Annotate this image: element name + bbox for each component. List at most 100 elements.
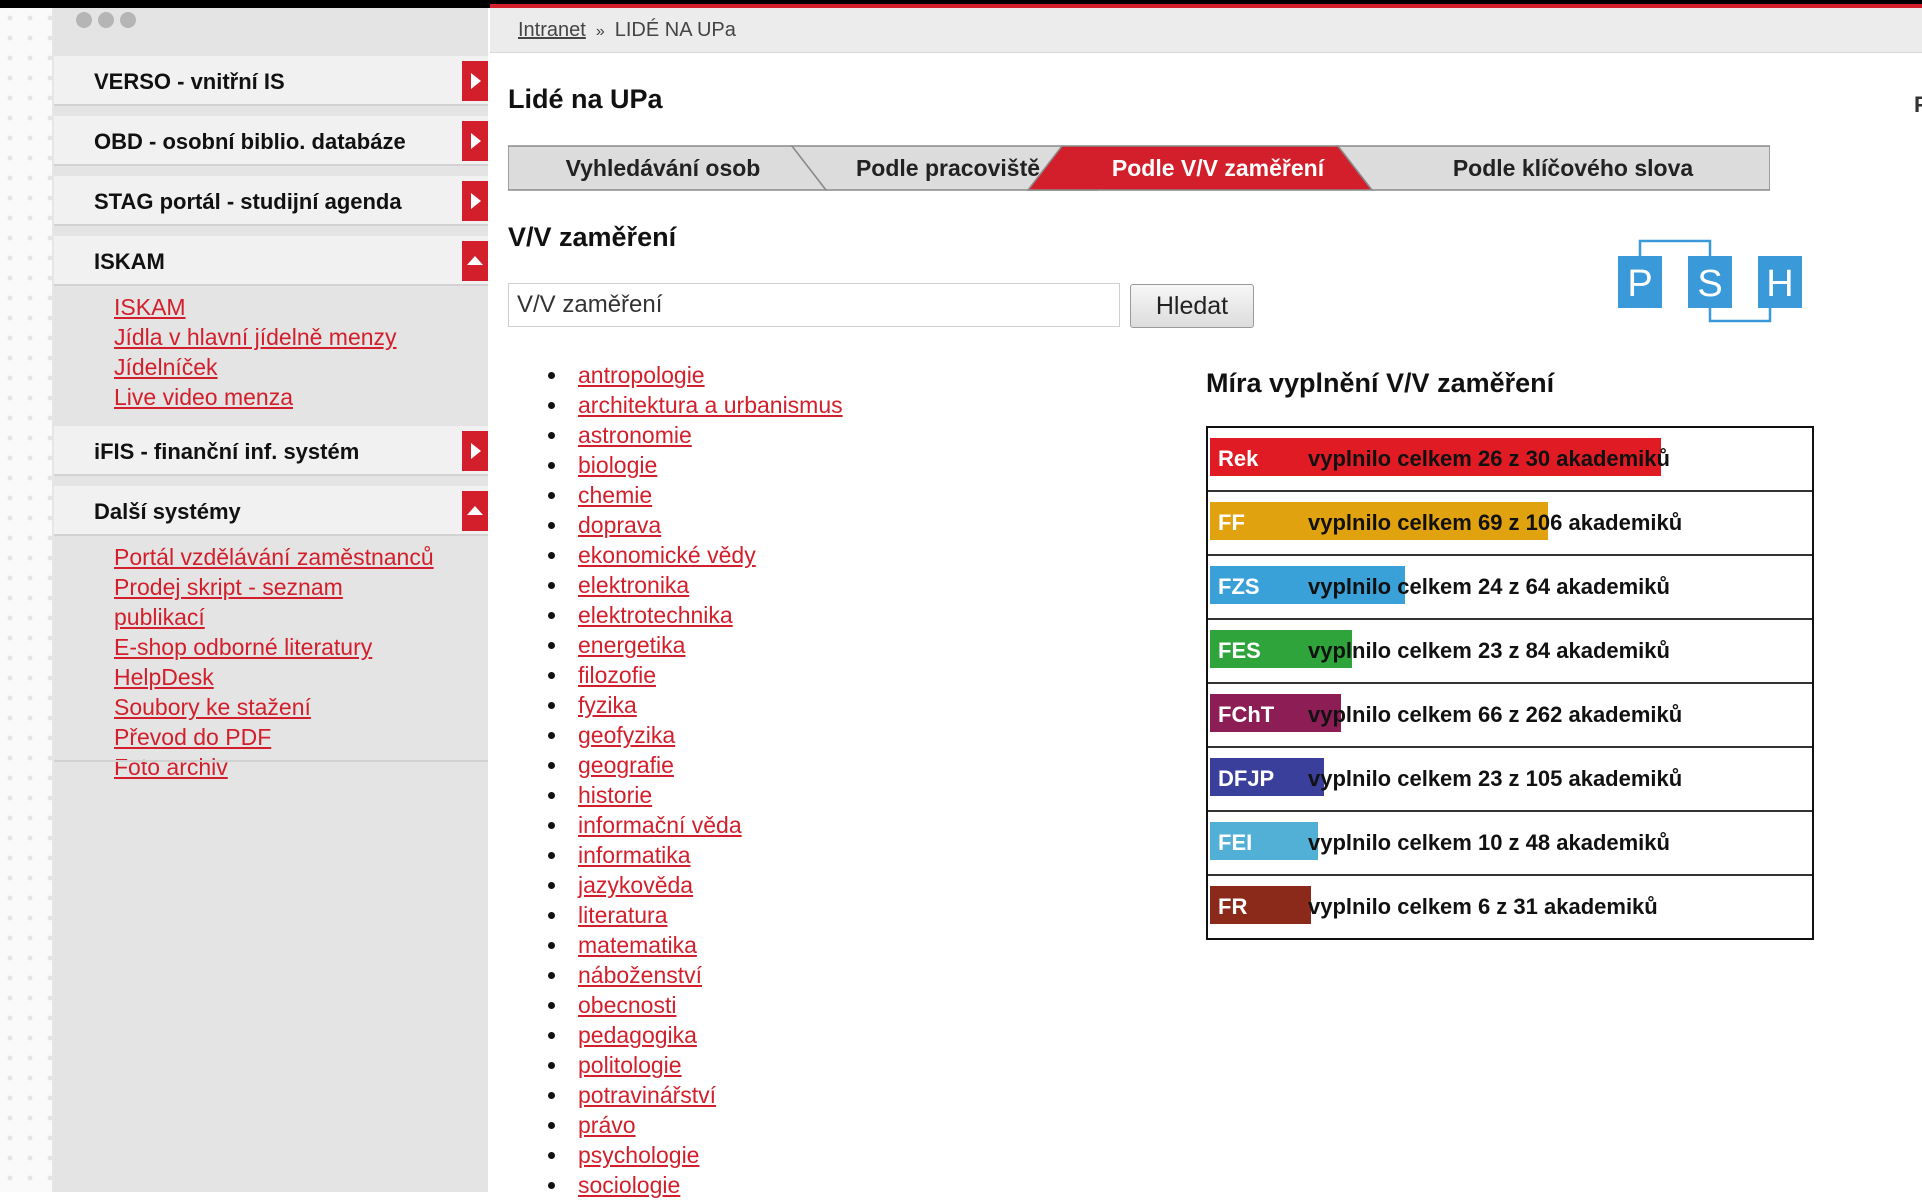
faculty-label: DFJP bbox=[1218, 766, 1275, 791]
topic-link[interactable]: matematika bbox=[578, 930, 697, 960]
faculty-label: FR bbox=[1218, 894, 1248, 919]
bullet-icon bbox=[548, 1182, 555, 1189]
topic-link[interactable]: geofyzika bbox=[578, 720, 675, 750]
tab-podle-vv-zamereni[interactable]: Podle V/V zaměření bbox=[1078, 155, 1358, 182]
bullet-icon bbox=[548, 1062, 555, 1069]
topic-link[interactable]: informační věda bbox=[578, 810, 742, 840]
topic-link[interactable]: astronomie bbox=[578, 420, 692, 450]
stats-row: vyplnilo celkem 26 z 30 akademiků Rek bbox=[1208, 428, 1812, 492]
tab-podle-klicoveho-slova[interactable]: Podle klíčového slova bbox=[1388, 155, 1758, 182]
sidebar-link-prodej-skript[interactable]: Prodej skript - seznam bbox=[114, 572, 434, 602]
sidebar-link-helpdesk[interactable]: HelpDesk bbox=[114, 662, 434, 692]
sidebar-item-verso[interactable]: VERSO - vnitřní IS bbox=[54, 56, 488, 106]
topic-link[interactable]: informatika bbox=[578, 840, 690, 870]
sidebar-item-stag[interactable]: STAG portál - studijní agenda bbox=[54, 176, 488, 226]
topic-link[interactable]: pedagogika bbox=[578, 1020, 697, 1050]
topic-link[interactable]: energetika bbox=[578, 630, 685, 660]
topic-link[interactable]: historie bbox=[578, 780, 652, 810]
topic-link[interactable]: elektrotechnika bbox=[578, 600, 733, 630]
tab-bar: Vyhledávání osob Podle pracoviště Podle … bbox=[508, 144, 1770, 192]
topic-link[interactable]: potravinářství bbox=[578, 1080, 716, 1110]
sidebar: VERSO - vnitřní IS OBD - osobní biblio. … bbox=[54, 8, 488, 1192]
sidebar-item-ifis[interactable]: iFIS - finanční inf. systém bbox=[54, 426, 488, 476]
faculty-label: FEI bbox=[1218, 830, 1253, 855]
collapse-arrow-icon[interactable] bbox=[462, 241, 488, 281]
expand-arrow-icon[interactable] bbox=[462, 431, 488, 471]
bullet-icon bbox=[548, 462, 555, 469]
main-content: Intranet » LIDÉ NA UPa Lidé na UPa F Vyhle… bbox=[490, 8, 1922, 1198]
search-button[interactable]: Hledat bbox=[1130, 284, 1254, 328]
bullet-icon bbox=[548, 972, 555, 979]
sidebar-link-jidelnicek[interactable]: Jídelníček bbox=[114, 352, 397, 382]
tab-podle-pracoviste[interactable]: Podle pracoviště bbox=[818, 155, 1078, 182]
sidebar-link-live-video[interactable]: Live video menza bbox=[114, 382, 397, 412]
sidebar-link-portal[interactable]: Portál vzdělávání zaměstnanců bbox=[114, 542, 434, 572]
bullet-icon bbox=[548, 672, 555, 679]
stats-text: vyplnilo celkem 10 z 48 akademiků bbox=[1308, 830, 1670, 855]
stats-row: vyplnilo celkem 69 z 106 akademiků FF bbox=[1208, 492, 1812, 556]
expand-arrow-icon[interactable] bbox=[462, 61, 488, 101]
expand-arrow-icon[interactable] bbox=[462, 181, 488, 221]
bullet-icon bbox=[548, 1002, 555, 1009]
sidebar-item-label: iFIS - finanční inf. systém bbox=[94, 439, 360, 464]
topic-link[interactable]: jazykověda bbox=[578, 870, 693, 900]
sidebar-item-label: STAG portál - studijní agenda bbox=[94, 189, 402, 214]
iskam-links: ISKAM Jídla v hlavní jídelně menzy Jídel… bbox=[114, 292, 397, 412]
topic-link[interactable]: elektronika bbox=[578, 570, 689, 600]
sidebar-link-soubory[interactable]: Soubory ke stažení bbox=[114, 692, 434, 722]
topic-link[interactable]: geografie bbox=[578, 750, 674, 780]
topic-link[interactable]: sociologie bbox=[578, 1170, 680, 1200]
breadcrumb-home-link[interactable]: Intranet bbox=[518, 19, 586, 41]
topic-link[interactable]: doprava bbox=[578, 510, 661, 540]
tab-vyhledavani-osob[interactable]: Vyhledávání osob bbox=[518, 155, 808, 182]
topic-link[interactable]: obecnosti bbox=[578, 990, 676, 1020]
sidebar-link-prevod-pdf[interactable]: Převod do PDF bbox=[114, 722, 434, 752]
bullet-icon bbox=[548, 1032, 555, 1039]
stats-row: vyplnilo celkem 66 z 262 akademiků FChT bbox=[1208, 684, 1812, 748]
topic-link[interactable]: antropologie bbox=[578, 360, 705, 390]
topic-link[interactable]: psychologie bbox=[578, 1140, 699, 1170]
bullet-icon bbox=[548, 882, 555, 889]
topic-link[interactable]: biologie bbox=[578, 450, 657, 480]
breadcrumb-separator: » bbox=[595, 23, 605, 40]
topic-link[interactable]: fyzika bbox=[578, 690, 637, 720]
sidebar-item-label: Další systémy bbox=[94, 499, 241, 524]
dot-icon bbox=[120, 12, 136, 28]
search-input[interactable] bbox=[508, 283, 1120, 327]
topic-link[interactable]: filozofie bbox=[578, 660, 656, 690]
bullet-icon bbox=[548, 822, 555, 829]
topic-link[interactable]: politologie bbox=[578, 1050, 682, 1080]
topic-link[interactable]: chemie bbox=[578, 480, 652, 510]
topic-link[interactable]: architektura a urbanismus bbox=[578, 390, 843, 420]
bullet-icon bbox=[548, 1152, 555, 1159]
faculty-label: FZS bbox=[1218, 574, 1260, 599]
stats-row: vyplnilo celkem 24 z 64 akademiků FZS bbox=[1208, 556, 1812, 620]
topic-link[interactable]: právo bbox=[578, 1110, 636, 1140]
sidebar-link-publikaci[interactable]: publikací bbox=[114, 602, 434, 632]
sidebar-link-jidla[interactable]: Jídla v hlavní jídelně menzy bbox=[114, 322, 397, 352]
topic-link[interactable]: literatura bbox=[578, 900, 667, 930]
breadcrumb: Intranet » LIDÉ NA UPa bbox=[518, 19, 736, 42]
window-dots bbox=[76, 12, 142, 33]
sidebar-link-eshop[interactable]: E-shop odborné literatury bbox=[114, 632, 434, 662]
stats-row: vyplnilo celkem 6 z 31 akademiků FR bbox=[1208, 876, 1812, 938]
topic-link[interactable]: náboženství bbox=[578, 960, 702, 990]
sidebar-item-obd[interactable]: OBD - osobní biblio. databáze bbox=[54, 116, 488, 166]
collapse-arrow-icon[interactable] bbox=[462, 491, 488, 531]
topic-link[interactable]: ekonomické vědy bbox=[578, 540, 756, 570]
sidebar-link-foto-archiv[interactable]: Foto archiv bbox=[114, 752, 434, 782]
sidebar-item-dalsi[interactable]: Další systémy bbox=[54, 486, 488, 536]
logo-letter: P bbox=[1627, 263, 1652, 305]
stats-text: vyplnilo celkem 26 z 30 akademiků bbox=[1308, 446, 1670, 471]
sidebar-link-iskam[interactable]: ISKAM bbox=[114, 292, 397, 322]
sidebar-divider bbox=[54, 760, 488, 762]
expand-arrow-icon[interactable] bbox=[462, 121, 488, 161]
sidebar-item-iskam[interactable]: ISKAM bbox=[54, 236, 488, 286]
clipped-edge-text: F bbox=[1914, 92, 1922, 117]
breadcrumb-current: LIDÉ NA UPa bbox=[614, 19, 736, 41]
bullet-icon bbox=[548, 402, 555, 409]
dot-icon bbox=[76, 12, 92, 28]
logo-letter: S bbox=[1697, 263, 1722, 305]
bullet-icon bbox=[548, 492, 555, 499]
faculty-label: FF bbox=[1218, 510, 1245, 535]
